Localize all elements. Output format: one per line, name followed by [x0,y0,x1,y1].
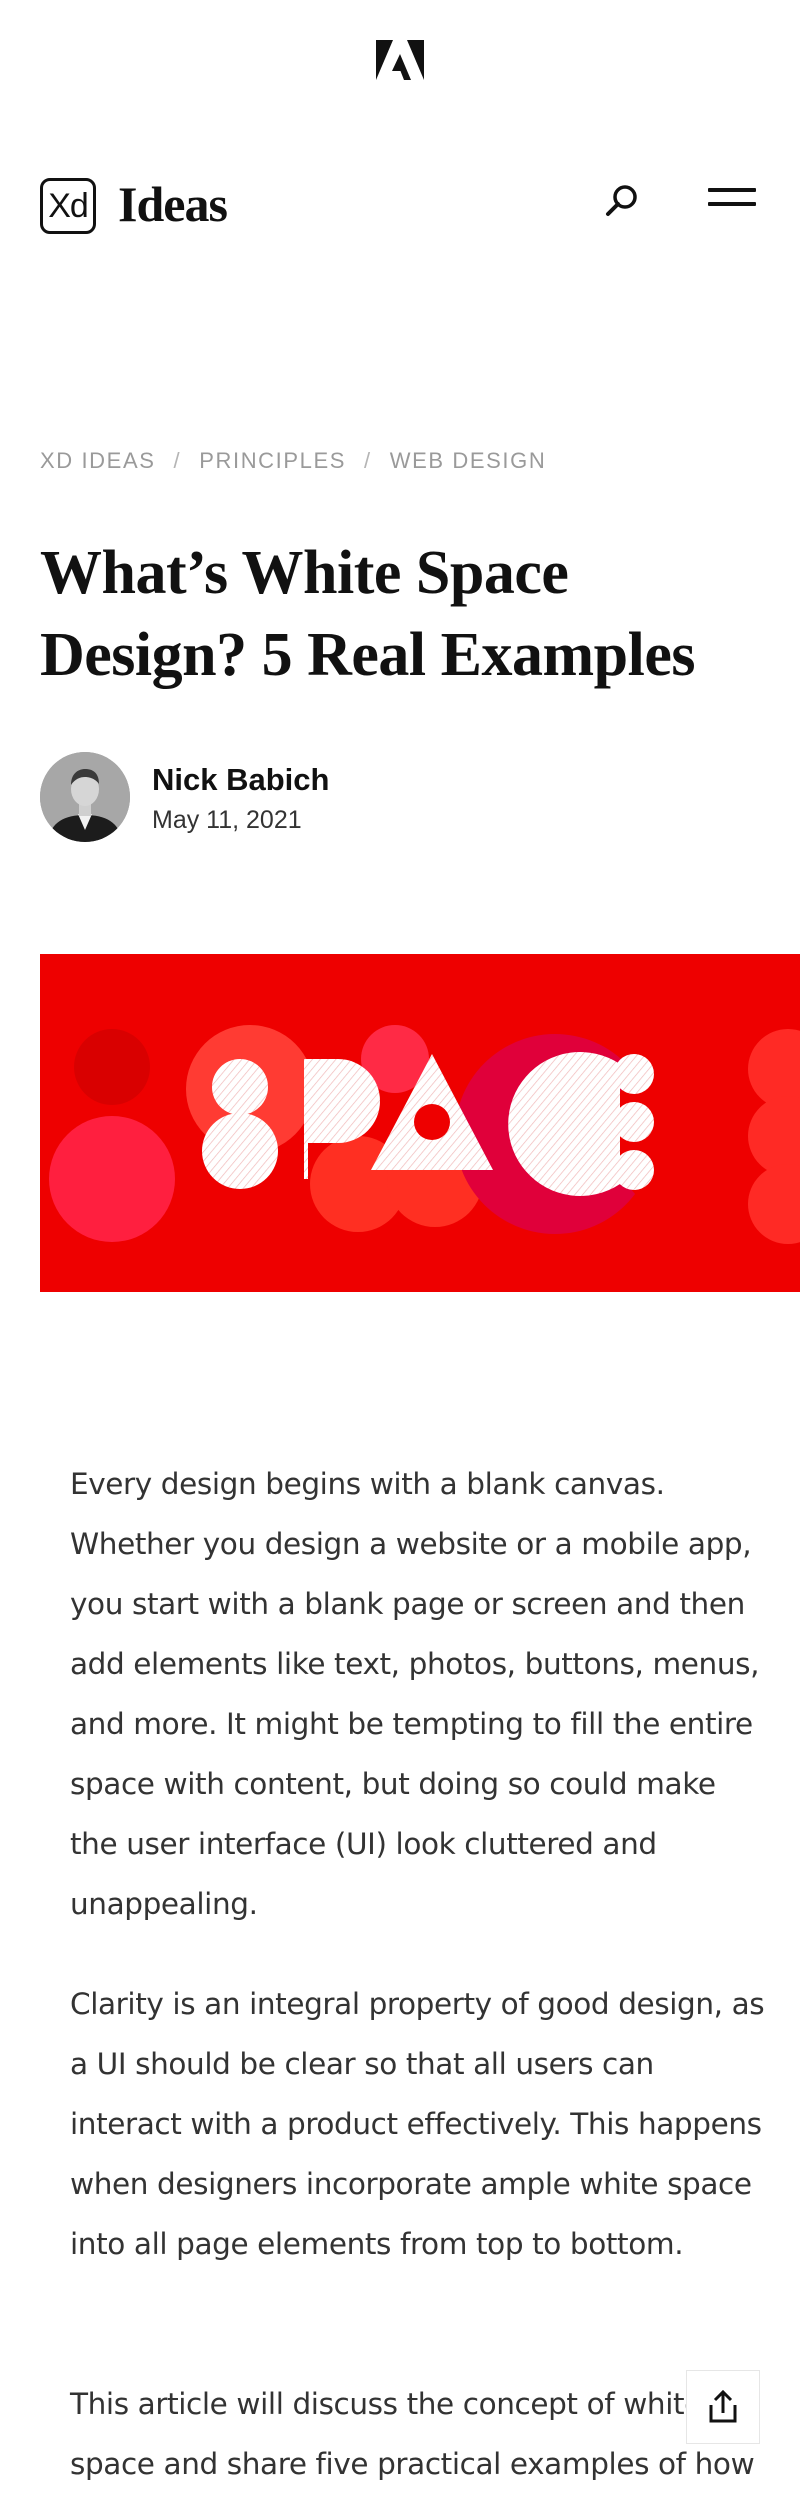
breadcrumb-separator: / [173,448,182,473]
share-button[interactable] [686,2370,760,2444]
breadcrumb-principles[interactable]: PRINCIPLES [199,448,346,474]
author-name[interactable]: Nick Babich [152,762,329,798]
breadcrumb: XD IDEAS / PRINCIPLES / WEB DESIGN [40,448,546,474]
search-button[interactable] [598,178,646,226]
hero-image [40,954,800,1292]
article-paragraph-2: Clarity is an integral property of good … [70,1987,765,2261]
article-paragraph-3: This article will discuss the concept of… [70,2387,755,2481]
ideas-brand[interactable]: Ideas [118,172,228,236]
menu-button[interactable] [700,180,756,224]
breadcrumb-separator: / [364,448,372,473]
share-icon [709,2389,737,2423]
xd-logo[interactable]: Xd [40,178,96,234]
breadcrumb-web-design[interactable]: WEB DESIGN [390,448,547,474]
author-avatar[interactable] [40,752,130,842]
search-icon [606,185,637,216]
breadcrumb-xd-ideas[interactable]: XD IDEAS [40,448,156,474]
article-paragraph-1: Every design begins with a blank canvas.… [70,1467,760,1921]
adobe-logo-icon[interactable] [376,40,424,80]
publish-date: May 11, 2021 [152,806,302,834]
space-illustration [49,1025,800,1244]
article-title: What’s White Space Design? 5 Real Exampl… [40,539,696,689]
avatar-portrait [40,752,130,842]
